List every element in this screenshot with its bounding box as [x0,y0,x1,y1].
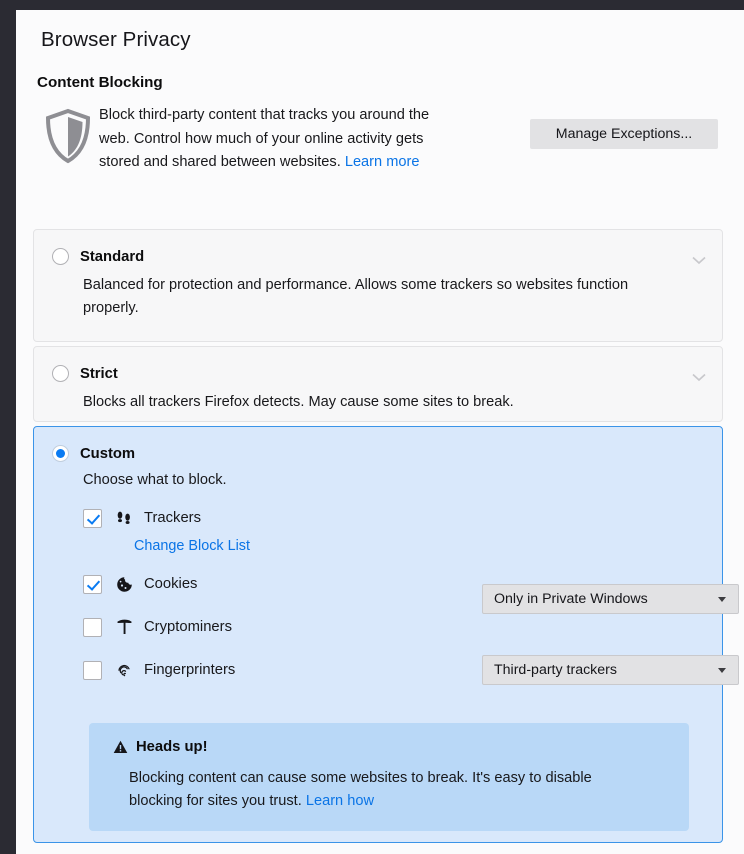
heads-up-body: Blocking content can cause some websites… [129,767,629,813]
custom-label: Custom [80,445,136,462]
checkbox-cookies[interactable] [83,574,102,594]
strict-header: Strict [34,347,722,382]
option-row-cryptominers[interactable]: Cryptominers [83,614,703,640]
radio-custom[interactable] [52,445,69,462]
option-card-custom[interactable]: Custom Choose what to block. Trackers Ch… [33,426,739,843]
radio-strict[interactable] [52,365,69,382]
standard-label: Standard [80,248,145,265]
dropdown-arrow-icon [718,597,726,602]
section-title-content-blocking: Content Blocking [37,74,163,91]
heads-up-panel: Heads up! Blocking content can cause som… [89,723,689,831]
custom-options-list: Trackers Change Block List Cookies Crypt… [83,505,739,685]
chevron-down-icon[interactable] [692,369,706,382]
page-title: Browser Privacy [41,28,191,51]
strict-label: Strict [80,365,118,382]
learn-more-link[interactable]: Learn more [345,154,420,170]
dropdown-cookies[interactable]: Third-party trackers [482,655,739,685]
dropdown-cookies-value: Third-party trackers [494,662,617,678]
custom-header: Custom [34,427,722,462]
settings-window: Browser Privacy Content Blocking Block t… [16,10,744,854]
pickaxe-icon [113,619,135,635]
checkbox-fingerprinters[interactable] [83,660,102,680]
heads-up-title-row: Heads up! [113,739,689,755]
learn-how-link[interactable]: Learn how [306,793,374,809]
checkbox-trackers[interactable] [83,508,102,528]
chevron-down-icon[interactable] [692,252,706,265]
change-block-list-row: Change Block List [134,538,703,554]
content-blocking-description: Block third-party content that tracks yo… [99,104,454,175]
custom-description: Choose what to block. [83,472,227,488]
strict-description: Blocks all trackers Firefox detects. May… [83,394,514,410]
standard-description: Balanced for protection and performance.… [83,277,629,316]
dropdown-trackers[interactable]: Only in Private Windows [482,584,739,614]
shield-icon [37,104,99,164]
dropdown-trackers-value: Only in Private Windows [494,591,648,607]
cookie-icon [113,576,135,593]
change-block-list-link[interactable]: Change Block List [134,538,250,554]
option-card-strict[interactable]: Strict Blocks all trackers Firefox detec… [33,346,723,422]
standard-header: Standard [34,230,722,265]
warning-icon [113,740,128,754]
footprints-icon [113,510,135,526]
label-cryptominers: Cryptominers [144,619,232,635]
label-trackers: Trackers [144,510,201,526]
option-card-standard[interactable]: Standard Balanced for protection and per… [33,229,723,342]
label-cookies: Cookies [144,576,198,592]
label-fingerprinters: Fingerprinters [144,662,236,678]
dropdown-arrow-icon [718,668,726,673]
manage-exceptions-button[interactable]: Manage Exceptions... [530,119,718,149]
radio-standard[interactable] [52,248,69,265]
fingerprint-icon [113,662,135,678]
checkbox-cryptominers[interactable] [83,617,102,637]
option-row-trackers[interactable]: Trackers [83,505,703,531]
heads-up-title: Heads up! [136,739,208,755]
